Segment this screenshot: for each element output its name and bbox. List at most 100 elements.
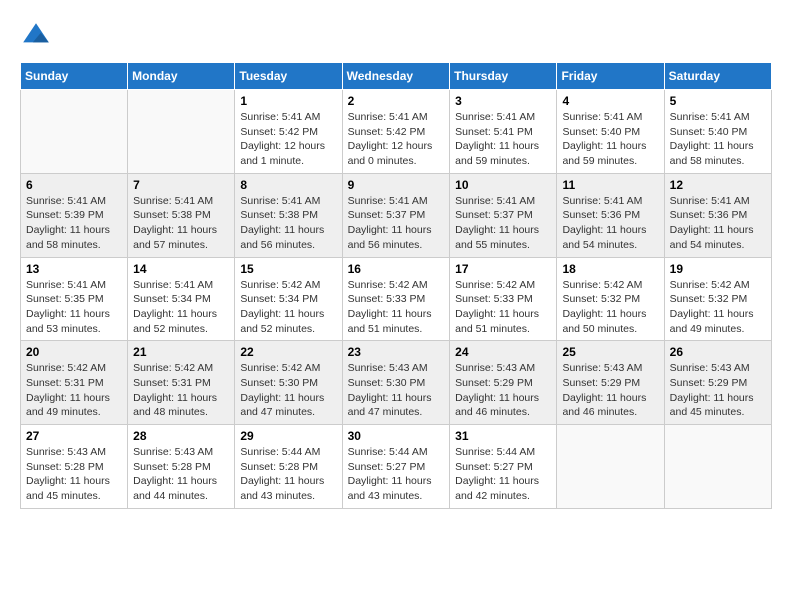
day-number: 22 <box>240 345 336 359</box>
day-info: Sunrise: 5:43 AM Sunset: 5:28 PM Dayligh… <box>133 445 229 504</box>
day-info: Sunrise: 5:41 AM Sunset: 5:38 PM Dayligh… <box>133 194 229 253</box>
day-number: 24 <box>455 345 551 359</box>
day-info: Sunrise: 5:44 AM Sunset: 5:28 PM Dayligh… <box>240 445 336 504</box>
calendar-cell: 30Sunrise: 5:44 AM Sunset: 5:27 PM Dayli… <box>342 425 450 509</box>
day-number: 26 <box>670 345 766 359</box>
day-info: Sunrise: 5:41 AM Sunset: 5:37 PM Dayligh… <box>348 194 445 253</box>
day-info: Sunrise: 5:41 AM Sunset: 5:41 PM Dayligh… <box>455 110 551 169</box>
calendar-row: 27 Sunrise: 5:43 AM Sunset: 5:28 PM Dayli… <box>21 425 772 509</box>
day-number: 23 <box>348 345 445 359</box>
day-info: Sunrise: 5:42 AM Sunset: 5:30 PM Dayligh… <box>240 361 336 420</box>
day-info: Sunrise: 5:43 AM Sunset: 5:29 PM Dayligh… <box>562 361 658 420</box>
day-number: 30 <box>348 429 445 443</box>
day-info: Sunrise: 5:41 AM Sunset: 5:37 PM Dayligh… <box>455 194 551 253</box>
weekday-header: Tuesday <box>235 63 342 90</box>
day-number: 20 <box>26 345 122 359</box>
calendar-cell: 2 Sunrise: 5:41 AM Sunset: 5:42 PM Daylig… <box>342 90 450 174</box>
day-info: Sunrise: 5:42 AM Sunset: 5:32 PM Dayligh… <box>670 278 766 337</box>
day-number: 8 <box>240 178 336 192</box>
calendar-cell: 24Sunrise: 5:43 AM Sunset: 5:29 PM Dayli… <box>450 341 557 425</box>
day-number: 16 <box>348 262 445 276</box>
day-info: Sunrise: 5:42 AM Sunset: 5:31 PM Dayligh… <box>26 361 122 420</box>
calendar-cell: 9 Sunrise: 5:41 AM Sunset: 5:37 PM Daylig… <box>342 173 450 257</box>
day-number: 15 <box>240 262 336 276</box>
calendar-header-row: SundayMondayTuesdayWednesdayThursdayFrid… <box>21 63 772 90</box>
weekday-header: Friday <box>557 63 664 90</box>
calendar-cell: 11 Sunrise: 5:41 AM Sunset: 5:36 PM Dayli… <box>557 173 664 257</box>
calendar-cell: 26 Sunrise: 5:43 AM Sunset: 5:29 PM Dayli… <box>664 341 771 425</box>
page-header <box>20 20 772 52</box>
calendar-cell: 15 Sunrise: 5:42 AM Sunset: 5:34 PM Dayli… <box>235 257 342 341</box>
calendar-cell: 19Sunrise: 5:42 AM Sunset: 5:32 PM Dayli… <box>664 257 771 341</box>
calendar-cell: 4 Sunrise: 5:41 AM Sunset: 5:40 PM Daylig… <box>557 90 664 174</box>
day-info: Sunrise: 5:42 AM Sunset: 5:33 PM Dayligh… <box>455 278 551 337</box>
day-number: 1 <box>240 94 336 108</box>
weekday-header: Saturday <box>664 63 771 90</box>
calendar-cell: 29 Sunrise: 5:44 AM Sunset: 5:28 PM Dayli… <box>235 425 342 509</box>
day-number: 28 <box>133 429 229 443</box>
day-info: Sunrise: 5:41 AM Sunset: 5:38 PM Dayligh… <box>240 194 336 253</box>
day-info: Sunrise: 5:41 AM Sunset: 5:40 PM Dayligh… <box>562 110 658 169</box>
day-number: 10 <box>455 178 551 192</box>
day-info: Sunrise: 5:41 AM Sunset: 5:36 PM Dayligh… <box>562 194 658 253</box>
day-number: 31 <box>455 429 551 443</box>
day-info: Sunrise: 5:41 AM Sunset: 5:42 PM Dayligh… <box>348 110 445 169</box>
calendar-cell: 5 Sunrise: 5:41 AM Sunset: 5:40 PM Daylig… <box>664 90 771 174</box>
calendar-cell: 28 Sunrise: 5:43 AM Sunset: 5:28 PM Dayli… <box>128 425 235 509</box>
calendar-cell: 7 Sunrise: 5:41 AM Sunset: 5:38 PM Daylig… <box>128 173 235 257</box>
day-number: 11 <box>562 178 658 192</box>
logo <box>20 20 56 52</box>
day-info: Sunrise: 5:41 AM Sunset: 5:40 PM Dayligh… <box>670 110 766 169</box>
calendar-cell <box>21 90 128 174</box>
day-number: 29 <box>240 429 336 443</box>
calendar-cell: 16 Sunrise: 5:42 AM Sunset: 5:33 PM Dayli… <box>342 257 450 341</box>
calendar-row: 1 Sunrise: 5:41 AM Sunset: 5:42 PM Daylig… <box>21 90 772 174</box>
calendar-cell: 22 Sunrise: 5:42 AM Sunset: 5:30 PM Dayli… <box>235 341 342 425</box>
day-number: 18 <box>562 262 658 276</box>
calendar-cell: 31Sunrise: 5:44 AM Sunset: 5:27 PM Dayli… <box>450 425 557 509</box>
logo-icon <box>20 20 52 52</box>
calendar-cell: 17 Sunrise: 5:42 AM Sunset: 5:33 PM Dayli… <box>450 257 557 341</box>
day-number: 7 <box>133 178 229 192</box>
calendar-cell: 21Sunrise: 5:42 AM Sunset: 5:31 PM Dayli… <box>128 341 235 425</box>
day-info: Sunrise: 5:42 AM Sunset: 5:34 PM Dayligh… <box>240 278 336 337</box>
calendar-cell <box>128 90 235 174</box>
day-info: Sunrise: 5:43 AM Sunset: 5:29 PM Dayligh… <box>670 361 766 420</box>
calendar-cell: 3 Sunrise: 5:41 AM Sunset: 5:41 PM Daylig… <box>450 90 557 174</box>
day-info: Sunrise: 5:41 AM Sunset: 5:35 PM Dayligh… <box>26 278 122 337</box>
calendar-cell: 13Sunrise: 5:41 AM Sunset: 5:35 PM Dayli… <box>21 257 128 341</box>
day-number: 25 <box>562 345 658 359</box>
day-info: Sunrise: 5:41 AM Sunset: 5:42 PM Dayligh… <box>240 110 336 169</box>
day-number: 2 <box>348 94 445 108</box>
calendar-cell: 18 Sunrise: 5:42 AM Sunset: 5:32 PM Dayli… <box>557 257 664 341</box>
day-info: Sunrise: 5:41 AM Sunset: 5:39 PM Dayligh… <box>26 194 122 253</box>
calendar-row: 20 Sunrise: 5:42 AM Sunset: 5:31 PM Dayli… <box>21 341 772 425</box>
day-number: 27 <box>26 429 122 443</box>
day-number: 3 <box>455 94 551 108</box>
calendar-cell: 25 Sunrise: 5:43 AM Sunset: 5:29 PM Dayli… <box>557 341 664 425</box>
calendar-cell: 14Sunrise: 5:41 AM Sunset: 5:34 PM Dayli… <box>128 257 235 341</box>
day-number: 9 <box>348 178 445 192</box>
calendar-cell: 23 Sunrise: 5:43 AM Sunset: 5:30 PM Dayli… <box>342 341 450 425</box>
calendar-cell: 1 Sunrise: 5:41 AM Sunset: 5:42 PM Daylig… <box>235 90 342 174</box>
calendar-cell <box>557 425 664 509</box>
calendar-row: 6 Sunrise: 5:41 AM Sunset: 5:39 PM Daylig… <box>21 173 772 257</box>
day-number: 5 <box>670 94 766 108</box>
day-number: 6 <box>26 178 122 192</box>
weekday-header: Thursday <box>450 63 557 90</box>
day-number: 17 <box>455 262 551 276</box>
calendar-cell: 8 Sunrise: 5:41 AM Sunset: 5:38 PM Daylig… <box>235 173 342 257</box>
calendar-cell: 20 Sunrise: 5:42 AM Sunset: 5:31 PM Dayli… <box>21 341 128 425</box>
day-info: Sunrise: 5:43 AM Sunset: 5:30 PM Dayligh… <box>348 361 445 420</box>
calendar-cell <box>664 425 771 509</box>
calendar-cell: 12Sunrise: 5:41 AM Sunset: 5:36 PM Dayli… <box>664 173 771 257</box>
day-info: Sunrise: 5:42 AM Sunset: 5:33 PM Dayligh… <box>348 278 445 337</box>
day-number: 14 <box>133 262 229 276</box>
day-info: Sunrise: 5:42 AM Sunset: 5:32 PM Dayligh… <box>562 278 658 337</box>
weekday-header: Monday <box>128 63 235 90</box>
calendar-row: 13Sunrise: 5:41 AM Sunset: 5:35 PM Dayli… <box>21 257 772 341</box>
day-info: Sunrise: 5:41 AM Sunset: 5:36 PM Dayligh… <box>670 194 766 253</box>
day-number: 4 <box>562 94 658 108</box>
day-info: Sunrise: 5:42 AM Sunset: 5:31 PM Dayligh… <box>133 361 229 420</box>
calendar-cell: 27Sunrise: 5:43 AM Sunset: 5:28 PM Dayli… <box>21 425 128 509</box>
